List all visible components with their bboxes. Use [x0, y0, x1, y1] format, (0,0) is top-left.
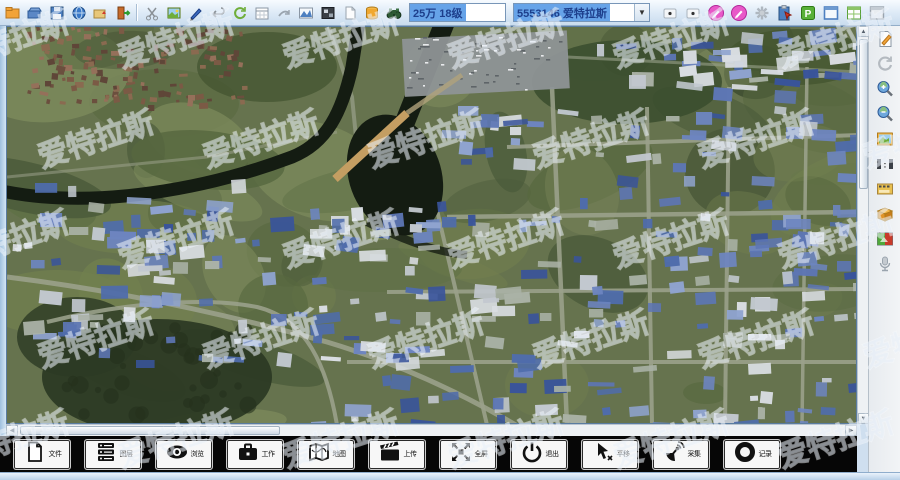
color-image-icon[interactable] [872, 227, 898, 251]
edit-pink-icon[interactable] [705, 2, 726, 23]
pen-icon[interactable] [185, 2, 206, 23]
binoculars-icon[interactable] [383, 2, 404, 23]
bottom-button-label: 记录 [759, 449, 772, 459]
undo-arrow-icon[interactable] [207, 2, 228, 23]
top-toolbar: 25万 18级 5553146 爱特拉斯 ▼ P [0, 0, 900, 26]
new-folder-icon[interactable] [2, 2, 23, 23]
power-icon [520, 440, 544, 469]
map-icon [307, 440, 331, 469]
edit-pink-icon-2[interactable] [728, 2, 749, 23]
map-horizontal-scrollbar[interactable]: ◀ ▶ [6, 424, 857, 436]
satellite-map-viewport[interactable] [6, 26, 857, 424]
toolbar-file-group [2, 2, 133, 23]
toolbar-separator [134, 2, 140, 23]
cut-icon[interactable] [141, 2, 162, 23]
window-bottom-border [0, 472, 900, 480]
film-layers-icon[interactable] [872, 177, 898, 201]
photo-dark-icon[interactable] [317, 2, 338, 23]
clipboard-icon[interactable] [774, 2, 795, 23]
bottom-button-layers[interactable]: 图层 [84, 439, 142, 470]
pan-icon [591, 440, 615, 469]
blank-page-icon[interactable] [339, 2, 360, 23]
database-icon[interactable] [361, 2, 382, 23]
bottom-button-record[interactable]: 记录 [723, 439, 781, 470]
bottom-button-label: 退出 [546, 449, 559, 459]
eye-icon [165, 440, 189, 469]
bottom-button-satellite[interactable]: 采集 [652, 439, 710, 470]
bottom-button-label: 采集 [688, 449, 701, 459]
bottom-toolbar: 文件 图层 浏览 工作 地图 上传 全屏 退出 平移 采集 记录 [0, 436, 857, 472]
globe-icon[interactable] [68, 2, 89, 23]
bottom-button-label: 地图 [333, 449, 346, 459]
flower-icon[interactable] [751, 2, 772, 23]
bottom-button-pan[interactable]: 平移 [581, 439, 639, 470]
save-icon[interactable] [46, 2, 67, 23]
history-arrow-icon[interactable] [273, 2, 294, 23]
chart-mountain-icon[interactable] [295, 2, 316, 23]
calendar-grid-icon[interactable] [251, 2, 272, 23]
scroll-right-icon[interactable]: ▶ [845, 425, 857, 436]
parking-green-icon[interactable]: P [797, 2, 818, 23]
file-icon [23, 440, 47, 469]
bottom-button-briefcase[interactable]: 工作 [226, 439, 284, 470]
exit-door-icon[interactable] [112, 2, 133, 23]
expand-icon [449, 440, 473, 469]
folder-3d-icon[interactable] [872, 202, 898, 226]
bottom-button-map[interactable]: 地图 [297, 439, 355, 470]
bottom-button-file[interactable]: 文件 [13, 439, 71, 470]
microphone-disabled-icon[interactable] [872, 252, 898, 276]
folder-send-icon[interactable] [90, 2, 111, 23]
satellite-icon [662, 440, 686, 469]
svg-text::: : [883, 161, 886, 170]
svg-text:P: P [804, 9, 811, 20]
scroll-left-icon[interactable]: ◀ [6, 425, 18, 436]
spin-dot-icon[interactable] [659, 2, 680, 23]
clapper-icon [378, 440, 402, 469]
zoom-in-globe-icon[interactable] [872, 77, 898, 101]
briefcase-icon [236, 440, 260, 469]
open-folder-icon[interactable] [24, 2, 45, 23]
actual-size-icon[interactable]: : [872, 152, 898, 176]
bottom-button-label: 全屏 [475, 449, 488, 459]
bottom-button-clapper[interactable]: 上传 [368, 439, 426, 470]
bottom-button-expand[interactable]: 全屏 [439, 439, 497, 470]
bottom-button-eye[interactable]: 浏览 [155, 439, 213, 470]
bottom-button-label: 工作 [262, 449, 275, 459]
window-blue-icon[interactable] [820, 2, 841, 23]
satellite-imagery [7, 27, 857, 424]
spin-dot-icon-2[interactable] [682, 2, 703, 23]
horizontal-scroll-thumb[interactable] [20, 426, 280, 435]
bottom-button-label: 文件 [49, 449, 62, 459]
layers-icon [94, 440, 118, 469]
record-icon [733, 440, 757, 469]
window-plain-icon[interactable] [866, 2, 887, 23]
bottom-button-power[interactable]: 退出 [510, 439, 568, 470]
bottom-button-label: 浏览 [191, 449, 204, 459]
coordinate-combo-value: 5553146 爱特拉斯 [514, 4, 610, 22]
chevron-down-icon[interactable]: ▼ [634, 4, 649, 21]
scale-combo-value: 25万 18级 [410, 4, 466, 22]
table-green-icon[interactable] [843, 2, 864, 23]
bottom-button-label: 平移 [617, 449, 630, 459]
edit-document-icon[interactable] [872, 27, 898, 51]
bottom-button-label: 图层 [120, 449, 133, 459]
vertical-scroll-thumb[interactable] [859, 39, 868, 189]
scale-combo[interactable]: 25万 18级 [409, 3, 506, 22]
right-tool-sidebar: : [868, 26, 900, 472]
refresh-disabled-icon[interactable] [872, 52, 898, 76]
refresh-icon[interactable] [229, 2, 250, 23]
zoom-out-globe-icon[interactable] [872, 102, 898, 126]
image-photo-icon[interactable] [872, 127, 898, 151]
map-vertical-scrollbar[interactable]: ▲ ▼ [857, 26, 868, 424]
toolbar-edit-group [141, 2, 404, 23]
toolbar-tools-group: P [659, 2, 887, 23]
bottom-button-label: 上传 [404, 449, 417, 459]
image-icon[interactable] [163, 2, 184, 23]
application-window: 25万 18级 5553146 爱特拉斯 ▼ P ▲ ▼ ◀ ▶ : 文件 图层 浏… [0, 0, 900, 480]
coordinate-combo[interactable]: 5553146 爱特拉斯 ▼ [513, 3, 650, 22]
